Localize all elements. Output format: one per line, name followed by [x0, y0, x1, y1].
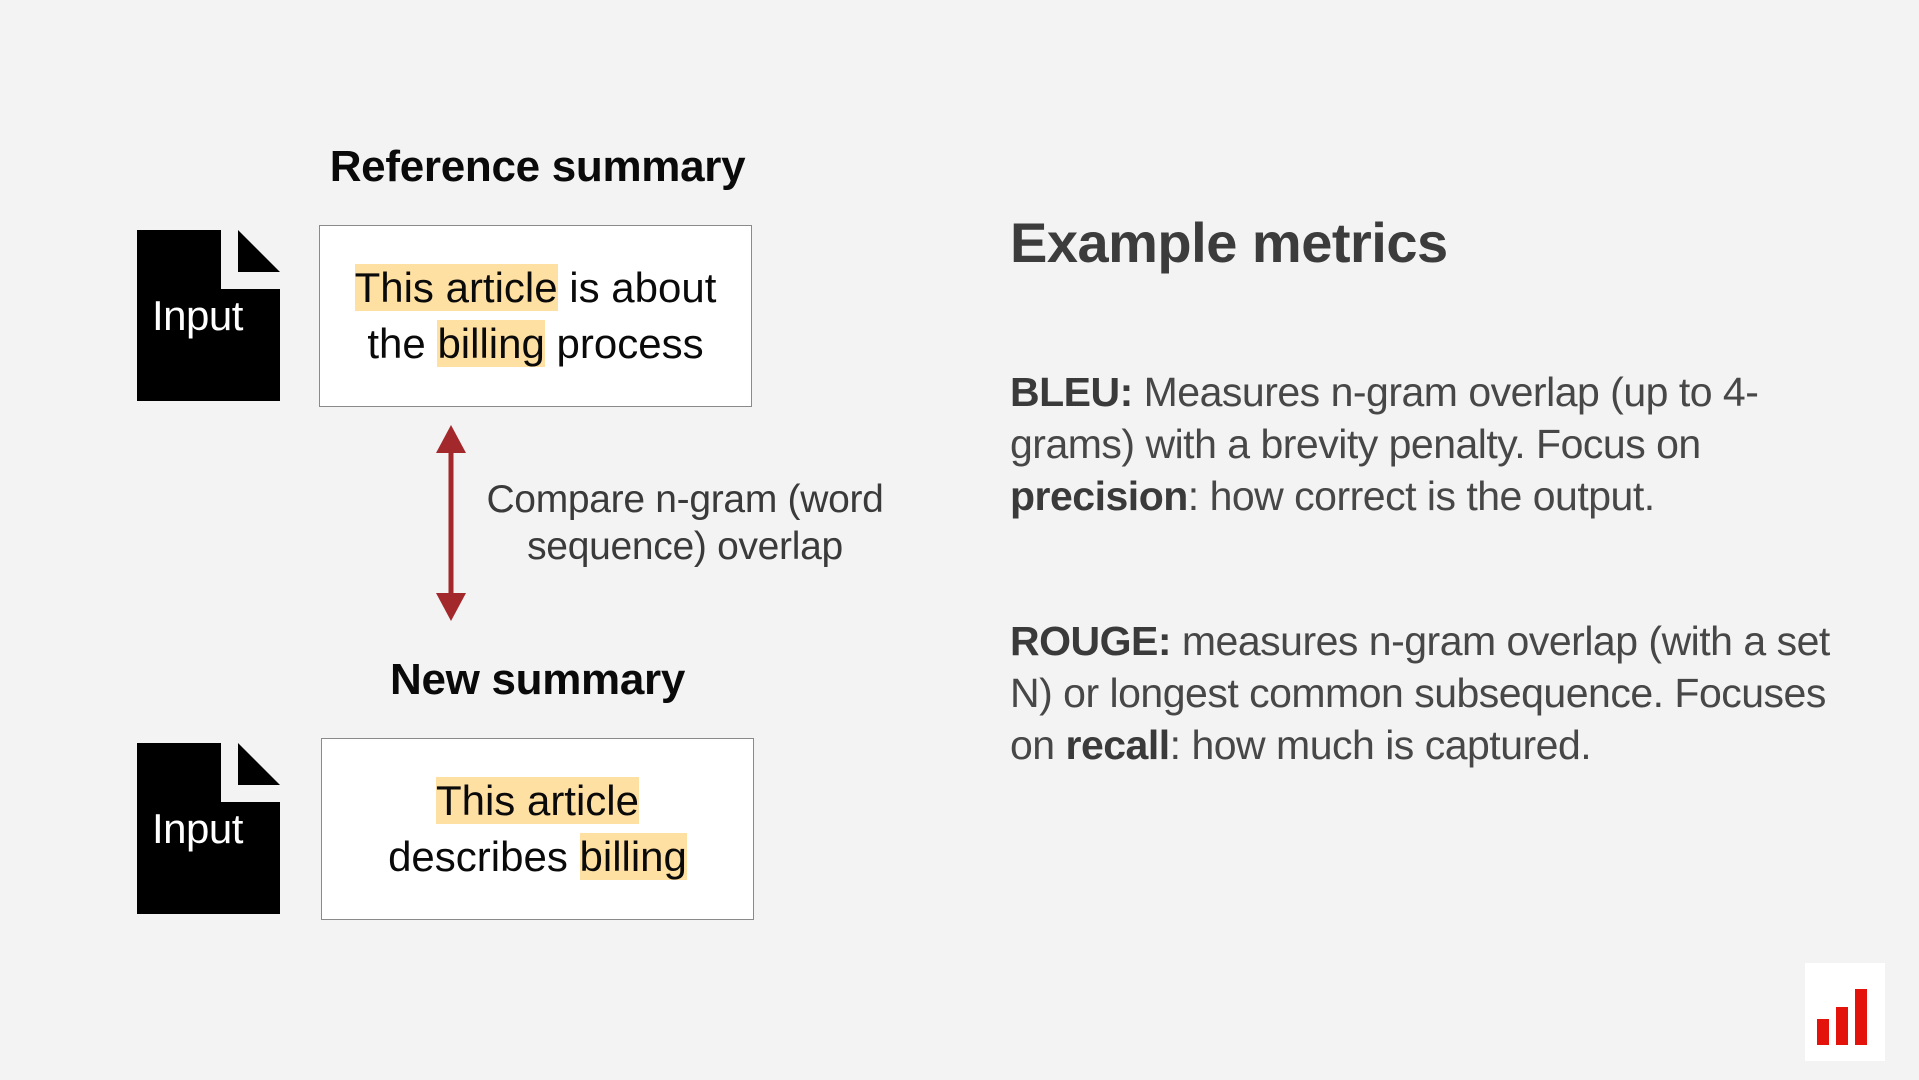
rouge-label: ROUGE: — [1010, 618, 1172, 664]
reference-summary-heading: Reference summary — [329, 142, 746, 191]
bleu-description: BLEU: Measures n-gram overlap (up to 4-g… — [1010, 366, 1830, 522]
input-label: Input — [152, 805, 243, 852]
new-summary-box: This article describes billing — [321, 738, 754, 920]
bleu-text-2: : how correct is the output. — [1187, 473, 1655, 519]
input-document-icon: Input — [137, 230, 280, 401]
summary-line: describes billing — [388, 829, 687, 885]
metrics-title: Example metrics — [1010, 211, 1448, 274]
reference-summary-text: This article is about the billing process — [354, 260, 717, 372]
summary-word: the — [367, 320, 438, 367]
bleu-label: BLEU: — [1010, 369, 1133, 415]
summary-word: is about — [557, 264, 717, 311]
bar-chart-logo-icon — [1805, 963, 1885, 1061]
highlighted-ngram: This article — [354, 264, 558, 311]
rouge-description: ROUGE: measures n-gram overlap (with a s… — [1010, 615, 1830, 771]
summary-line: This article — [388, 773, 687, 829]
summary-line: the billing process — [355, 316, 717, 372]
summary-line: This article is about — [354, 260, 717, 316]
compare-label-line-1: Compare n-gram (word — [486, 478, 884, 521]
new-summary-text: This article describes billing — [388, 773, 687, 885]
highlighted-ngram: billing — [437, 320, 545, 367]
compare-label-line-2: sequence) overlap — [527, 525, 843, 568]
new-summary-heading: New summary — [389, 655, 686, 704]
double-arrow-icon — [436, 425, 466, 621]
rouge-emphasis: recall — [1065, 722, 1171, 768]
highlighted-ngram: This article — [435, 777, 640, 824]
summary-word: describes — [388, 833, 580, 880]
reference-summary-box: This article is about the billing process — [319, 225, 752, 407]
input-document-icon: Input — [137, 743, 280, 914]
rouge-text-2: : how much is captured. — [1169, 722, 1592, 768]
input-label: Input — [152, 292, 243, 339]
summary-word: process — [544, 320, 704, 367]
bleu-emphasis: precision — [1010, 473, 1188, 519]
highlighted-ngram: billing — [579, 833, 687, 880]
compare-label: Compare n-gram (word sequence) overlap — [470, 476, 900, 570]
